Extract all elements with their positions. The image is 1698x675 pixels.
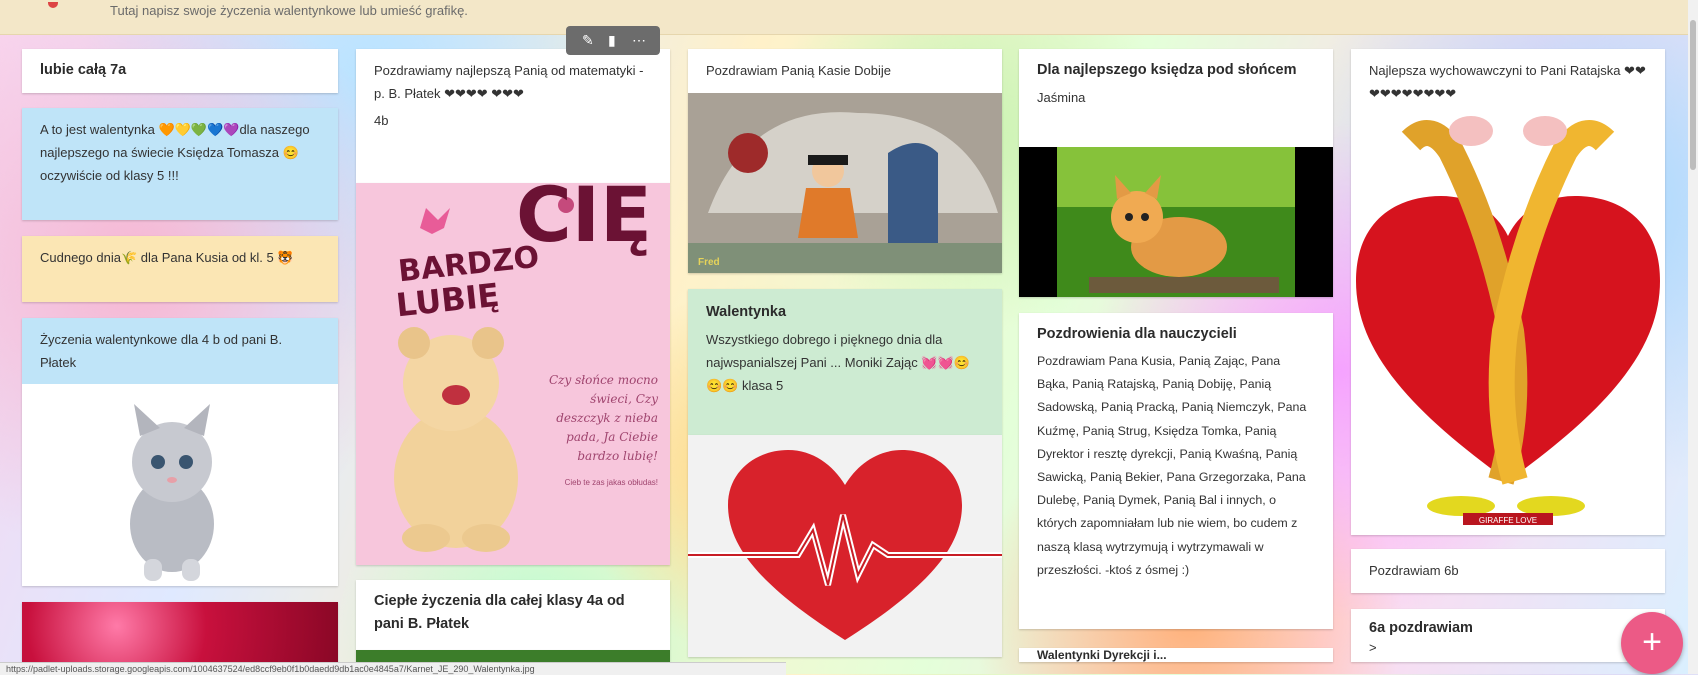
post-title: Walentynka bbox=[706, 304, 787, 320]
header-hint: Tutaj napisz swoje życzenia walentynkowe… bbox=[110, 3, 468, 18]
post-title: Walentynki Dyrekcji i... bbox=[1037, 648, 1167, 662]
card-word-lubie: LUBIĘ bbox=[394, 275, 502, 325]
post-dyrekcji[interactable]: Walentynki Dyrekcji i... bbox=[1019, 648, 1333, 662]
post-pan-kus[interactable]: Cudnego dnia🌾 dla Pana Kusia od kl. 5 🐯 bbox=[22, 236, 338, 302]
post-glitter-hearts[interactable] bbox=[22, 602, 338, 662]
giraffe-caption: GIRAFFE LOVE bbox=[1478, 516, 1538, 525]
kitten-video-image[interactable] bbox=[1019, 147, 1333, 297]
post-sub: 4b bbox=[374, 113, 389, 128]
post-title: 6a pozdrawiam bbox=[1369, 620, 1473, 636]
post-matematyka[interactable]: Pozdrawiamy najlepszą Panią od matematyk… bbox=[356, 49, 670, 183]
post-4b-kitten[interactable]: Życzenia walentynkowe dla 4 b od pani B.… bbox=[22, 318, 338, 586]
post-kasie-dobije[interactable]: Pozdrawiam Panią Kasie Dobije Fred bbox=[688, 49, 1002, 273]
pencil-icon[interactable]: ✎ bbox=[582, 32, 594, 49]
post-ratajska[interactable]: Najlepsza wychowawczyni to Pani Ratajska… bbox=[1351, 49, 1665, 535]
post-title: Ciepłe życzenia dla całej klasy 4a od pa… bbox=[374, 593, 625, 632]
padlet-header: Tutaj napisz swoje życzenia walentynkowe… bbox=[0, 0, 1698, 35]
flintstones-image[interactable]: Fred bbox=[688, 93, 1002, 273]
more-icon[interactable]: ⋯ bbox=[632, 32, 646, 49]
post-sub: > bbox=[1369, 640, 1377, 655]
post-najlepszy-ksiadz[interactable]: Dla najlepszego księdza pod słońcem Jaśm… bbox=[1019, 49, 1333, 297]
post-walentynka-tomasz[interactable]: A to jest walentynka 🧡💛💚💙💜dla naszego na… bbox=[22, 108, 338, 220]
post-sub: Jaśmina bbox=[1037, 90, 1086, 105]
post-title: Pozdrowienia dla nauczycieli bbox=[1037, 326, 1237, 342]
trash-icon[interactable]: ▮ bbox=[608, 32, 616, 49]
post-6b[interactable]: Pozdrawiam 6b bbox=[1351, 549, 1665, 593]
post-body: Wszystkiego dobrego i pięknego dnia dla … bbox=[706, 332, 970, 393]
post-lubie-7a[interactable]: lubie całą 7a bbox=[22, 49, 338, 93]
post-toolbar: ✎ ▮ ⋯ bbox=[566, 26, 660, 55]
post-walentynka-zajac[interactable]: Walentynka Wszystkiego dobrego i piękneg… bbox=[688, 289, 1002, 435]
card-poem: Czy słońce mocno świeci, Czy deszczyk z … bbox=[548, 373, 658, 463]
kitten-image[interactable] bbox=[22, 384, 338, 586]
post-heart-ecg[interactable] bbox=[688, 435, 1002, 657]
app-logo bbox=[48, 2, 58, 8]
post-title: Dla najlepszego księdza pod słońcem bbox=[1037, 62, 1297, 78]
page-scrollbar[interactable] bbox=[1688, 0, 1698, 674]
post-6a[interactable]: 6a pozdrawiam > bbox=[1351, 609, 1665, 662]
heart-ecg-image bbox=[688, 450, 1002, 640]
card-word-cie: CIĘ bbox=[516, 183, 652, 259]
post-body: Cudnego dnia🌾 dla Pana Kusia od kl. 5 🐯 bbox=[40, 250, 294, 265]
post-body: Pozdrawiam Panią Kasie Dobije bbox=[706, 63, 891, 78]
post-body: Pozdrawiam Pana Kusia, Panią Zając, Pana… bbox=[1037, 354, 1307, 577]
post-4a[interactable]: Ciepłe życzenia dla całej klasy 4a od pa… bbox=[356, 580, 670, 650]
cartoon-logo: Fred bbox=[698, 257, 720, 268]
post-body: Życzenia walentynkowe dla 4 b od pani B.… bbox=[22, 318, 338, 384]
scrollbar-thumb[interactable] bbox=[1690, 20, 1696, 170]
post-pozdrowienia-nauczycieli[interactable]: Pozdrowienia dla nauczycieli Pozdrawiam … bbox=[1019, 313, 1333, 629]
post-title: lubie całą 7a bbox=[40, 62, 127, 78]
browser-status-url: https://padlet-uploads.storage.googleapi… bbox=[0, 662, 786, 675]
card-small-text: Cieb te zas jakas obłudas! bbox=[564, 478, 658, 487]
post-body: A to jest walentynka 🧡💛💚💙💜dla naszego na… bbox=[40, 122, 310, 183]
post-body: Najlepsza wychowawczyni to Pani Ratajska… bbox=[1369, 63, 1646, 101]
add-post-button[interactable]: + bbox=[1621, 612, 1683, 674]
post-bardzo-lubie-cie[interactable]: BARDZO LUBIĘ CIĘ Czy słońce mocno świeci… bbox=[356, 183, 670, 565]
post-flowers[interactable] bbox=[356, 650, 670, 662]
post-body: Pozdrawiamy najlepszą Panią od matematyk… bbox=[374, 63, 644, 101]
giraffes-image bbox=[1356, 116, 1660, 525]
post-body: Pozdrawiam 6b bbox=[1369, 563, 1459, 578]
